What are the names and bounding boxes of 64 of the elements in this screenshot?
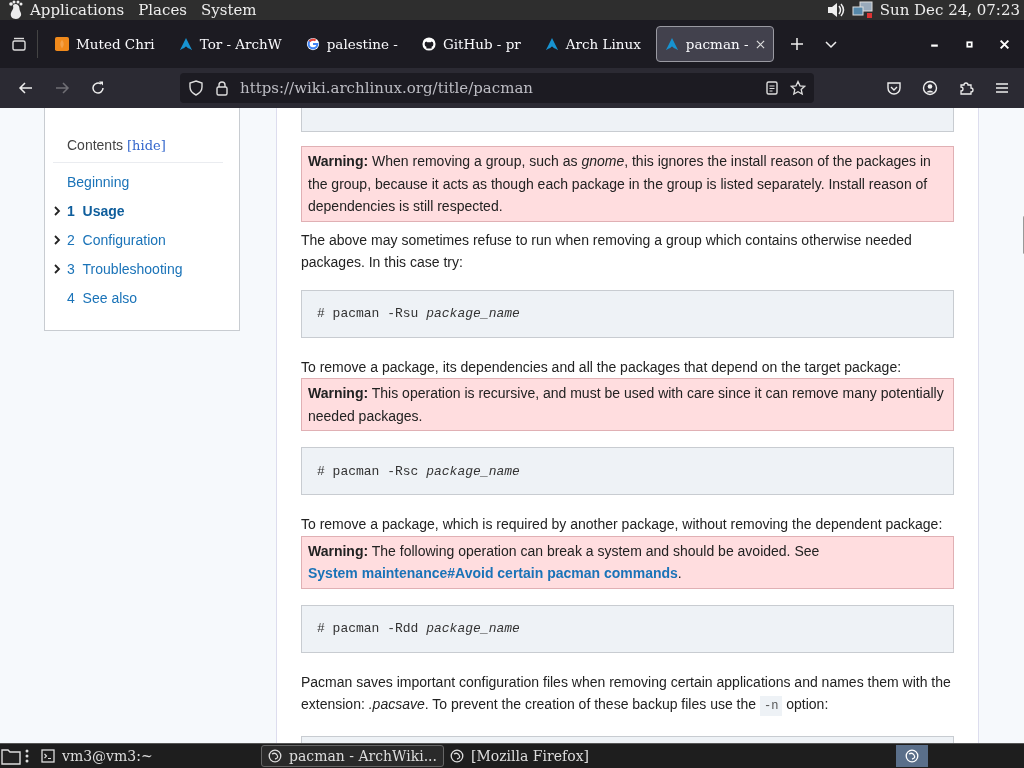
- lock-icon[interactable]: [214, 80, 230, 96]
- swirl-icon: [905, 749, 919, 763]
- drag-handle-icon[interactable]: [25, 748, 29, 764]
- contents-link[interactable]: Beginning: [67, 173, 130, 190]
- maximize-icon[interactable]: [964, 38, 975, 50]
- arch-logo-icon: [664, 37, 679, 51]
- google-logo-icon: [305, 37, 320, 51]
- command-text: # pacman -Rsu package_name: [317, 306, 520, 321]
- network-icon[interactable]: [851, 1, 874, 19]
- command-text: # pacman -Rsc package_name: [317, 463, 520, 479]
- panel-menu[interactable]: Places: [138, 1, 187, 19]
- folder-icon[interactable]: [1, 747, 21, 765]
- warning-text: Warning: The following operation can break a system and should be avoided. See System maintenance#Avoid certain pacman commands.: [308, 541, 821, 583]
- browser-tab[interactable]: palestine -: [296, 26, 407, 62]
- account-icon[interactable]: [922, 80, 938, 96]
- browser-tab[interactable]: Arch Linux: [535, 26, 650, 62]
- hide-link[interactable]: [hide]: [127, 138, 166, 153]
- star-icon[interactable]: [790, 80, 806, 96]
- panel-menu[interactable]: System: [201, 1, 257, 19]
- arch-logo-icon: [544, 37, 559, 51]
- contents-link[interactable]: 4 See also: [67, 289, 138, 306]
- contents-link[interactable]: 1 Usage: [67, 202, 125, 219]
- address-bar[interactable]: https://wiki.archlinux.org/title/pacman: [180, 73, 814, 103]
- chevron-icon[interactable]: [53, 262, 61, 275]
- tab-overview-icon[interactable]: [11, 36, 27, 52]
- browser-tab[interactable]: Muted Chri: [46, 26, 164, 62]
- taskbar-button[interactable]: pacman - ArchWiki...: [261, 745, 444, 767]
- tray-app-button[interactable]: [896, 745, 928, 767]
- wiki-link[interactable]: System maintenance#Avoid certain pacman commands: [308, 565, 678, 581]
- contents-title: Contents: [67, 137, 124, 153]
- menu-icon[interactable]: [994, 80, 1010, 96]
- close-icon[interactable]: [999, 38, 1010, 50]
- pocket-icon[interactable]: [886, 80, 902, 96]
- swirl-icon: [268, 749, 282, 763]
- warning-text: Warning: This operation is recursive, and must be used with care since it can remove many potentially needed packages.: [308, 384, 945, 426]
- reload-icon[interactable]: [90, 80, 106, 96]
- paragraph: To remove a package, its dependencies and all the packages that depend on the target package:: [301, 357, 903, 377]
- command-text: # pacman -Rdd package_name: [317, 621, 520, 636]
- close-tab-icon[interactable]: [755, 39, 765, 49]
- new-tab-icon[interactable]: [788, 36, 805, 52]
- arch-logo-icon: [178, 37, 193, 51]
- chevron-icon[interactable]: [53, 204, 61, 217]
- contents-link[interactable]: 3 Troubleshooting: [67, 260, 183, 277]
- github-logo-icon: [421, 37, 436, 51]
- terminal-icon: [41, 749, 55, 763]
- reader-view-icon[interactable]: [764, 80, 780, 96]
- clock[interactable]: Sun Dec 24, 07:23: [879, 1, 1020, 19]
- browser-tab[interactable]: GitHub - pr: [412, 26, 530, 62]
- chevron-icon[interactable]: [53, 233, 61, 246]
- puzzle-icon[interactable]: [958, 80, 974, 96]
- taskbar-button[interactable]: vm3@vm3:~: [35, 745, 225, 767]
- swirl-icon: [450, 749, 464, 763]
- taskbar-button[interactable]: [Mozilla Firefox]: [444, 745, 595, 767]
- paragraph: Pacman saves important configuration files when removing certain applications and names them with the extension: .pacsave. To prevent the creation of these backup files use the -n option:: [301, 670, 954, 718]
- shield-icon[interactable]: [188, 80, 204, 96]
- warning-text: Warning: When removing a group, such as gnome, this ignores the install reason of the packages in the group, because it acts as though each package in the group is listed separately. Install reason of dependencies is still respected.: [308, 152, 932, 216]
- paragraph: To remove a package, which is required by another package, without removing the dependent package:: [301, 515, 944, 534]
- browser-tab[interactable]: pacman -: [655, 26, 774, 62]
- inline-code: -n: [759, 696, 783, 716]
- contents-link[interactable]: 2 Configuration: [67, 231, 166, 248]
- back-icon[interactable]: [18, 80, 34, 96]
- paragraph: The above may sometimes refuse to run when removing a group which contains otherwise needed packages. In this case try:: [301, 230, 913, 272]
- browser-tab[interactable]: Tor - ArchW: [169, 26, 291, 62]
- panel-menu[interactable]: Applications: [30, 1, 125, 19]
